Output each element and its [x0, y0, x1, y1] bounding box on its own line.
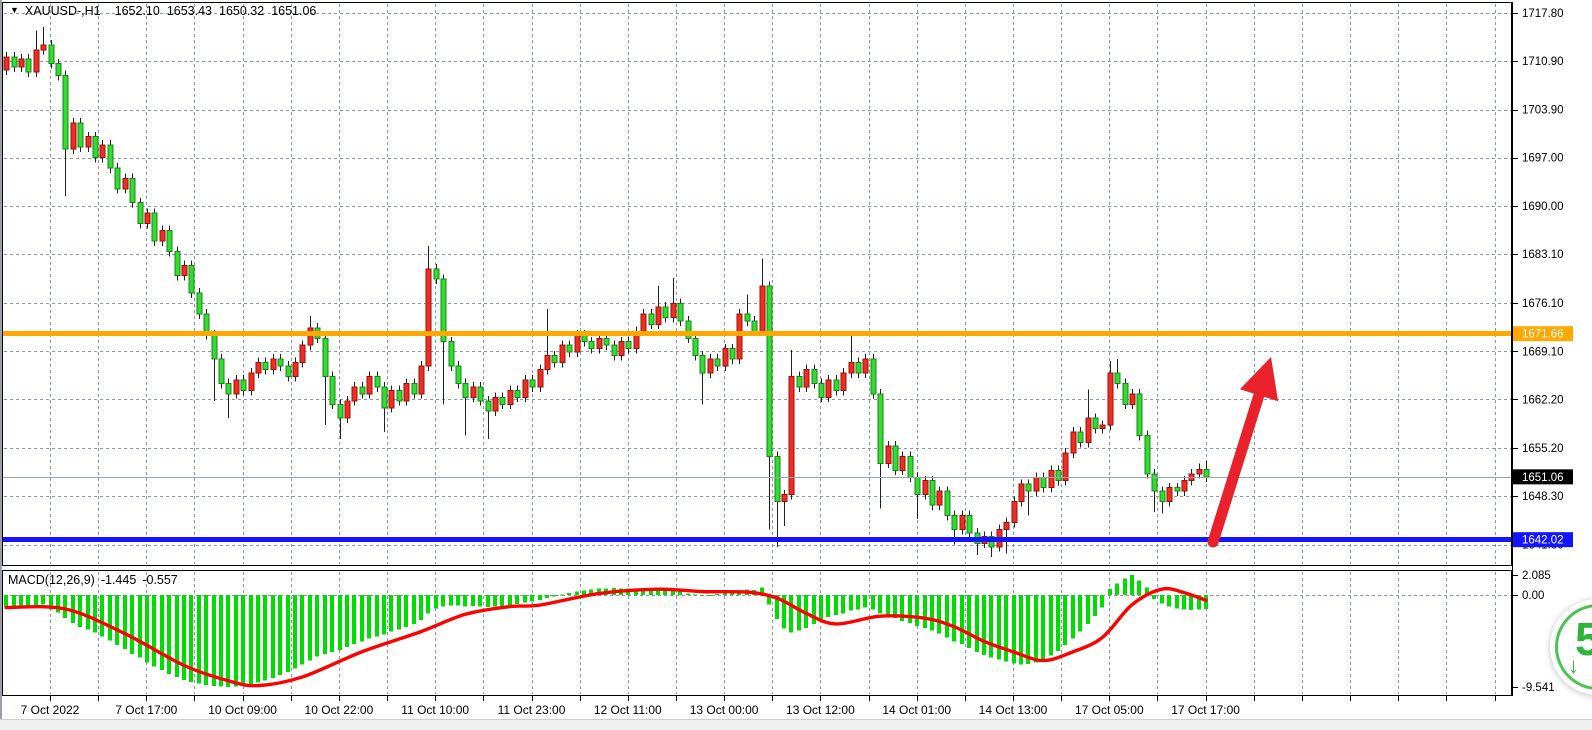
svg-text:1671.66: 1671.66 — [1522, 329, 1564, 341]
symbol-dropdown-icon[interactable]: ▼ — [10, 5, 19, 15]
macd-signal-value: -0.557 — [142, 573, 177, 587]
time-axis-label: 7 Oct 2022 — [21, 703, 80, 717]
svg-text:1642.02: 1642.02 — [1522, 535, 1564, 547]
price-axis-label: 1648.30 — [1522, 491, 1564, 503]
ohlc-high: 1653.43 — [167, 4, 212, 18]
status-strip — [0, 719, 1592, 730]
macd-axis-label: 2.085 — [1522, 570, 1551, 582]
ohlc-close: 1651.06 — [271, 4, 316, 18]
macd-axis-label: -9.541 — [1522, 682, 1555, 694]
price-axis-label: 1710.90 — [1522, 56, 1564, 68]
time-axis-label: 11 Oct 23:00 — [498, 703, 566, 717]
time-axis-label: 14 Oct 01:00 — [882, 703, 951, 717]
current-price-badge: 1651.06 — [1513, 469, 1573, 484]
time-axis-label: 11 Oct 10:00 — [401, 703, 469, 717]
time-axis-label: 12 Oct 11:00 — [594, 703, 662, 717]
time-axis: 7 Oct 2022 7 Oct 17:00 10 Oct 09:00 10 Oct … — [21, 696, 1496, 717]
ohlc-low: 1650.32 — [219, 4, 264, 18]
time-axis-label: 10 Oct 22:00 — [305, 703, 374, 717]
time-axis-label: 17 Oct 17:00 — [1171, 703, 1240, 717]
time-axis-label: 7 Oct 17:00 — [115, 703, 177, 717]
macd-indicator-label: MACD(12,26,9) -1.445 -0.557 — [8, 573, 184, 587]
resistance-line — [3, 331, 1511, 336]
support-line — [3, 537, 1511, 542]
svg-text:1651.06: 1651.06 — [1522, 472, 1564, 484]
price-axis-label: 1703.90 — [1522, 105, 1564, 117]
price-axis-label: 1655.20 — [1522, 443, 1564, 455]
time-axis-label: 10 Oct 09:00 — [208, 703, 277, 717]
time-axis-label: 14 Oct 13:00 — [979, 703, 1048, 717]
time-axis-label: 13 Oct 00:00 — [690, 703, 759, 717]
macd-name: MACD(12,26,9) — [8, 573, 95, 587]
symbol-timeframe-label: XAUUSD-,H1 — [25, 4, 101, 18]
chart-canvas[interactable]: 1717.80 1710.90 1703.90 1697.00 1690.00 1683.… — [0, 0, 1592, 730]
resistance-level-badge: 1671.66 — [1513, 326, 1573, 341]
chart-header: ▼ XAUUSD-,H1 1652.10 1653.43 1650.32 165… — [10, 4, 323, 18]
price-axis-label: 1683.10 — [1522, 249, 1564, 261]
macd-axis: 2.085 0.00 -9.541 — [1513, 570, 1555, 694]
price-axis-label: 1676.10 — [1522, 298, 1564, 310]
macd-axis-label: 0.00 — [1522, 590, 1544, 602]
price-axis-label: 1717.80 — [1522, 8, 1564, 20]
macd-main-value: -1.445 — [101, 573, 136, 587]
price-axis-label: 1697.00 — [1522, 153, 1564, 165]
ohlc-open: 1652.10 — [115, 4, 160, 18]
price-axis-label: 1669.10 — [1522, 346, 1564, 358]
support-level-badge: 1642.02 — [1513, 532, 1573, 547]
price-axis: 1717.80 1710.90 1703.90 1697.00 1690.00 1683.… — [1513, 8, 1573, 552]
time-axis-label: 13 Oct 12:00 — [786, 703, 855, 717]
price-axis-label: 1662.20 — [1522, 394, 1564, 406]
time-axis-label: 17 Oct 05:00 — [1075, 703, 1144, 717]
price-axis-label: 1690.00 — [1522, 201, 1564, 213]
scroll-down-icon: ↓ — [1568, 655, 1579, 677]
